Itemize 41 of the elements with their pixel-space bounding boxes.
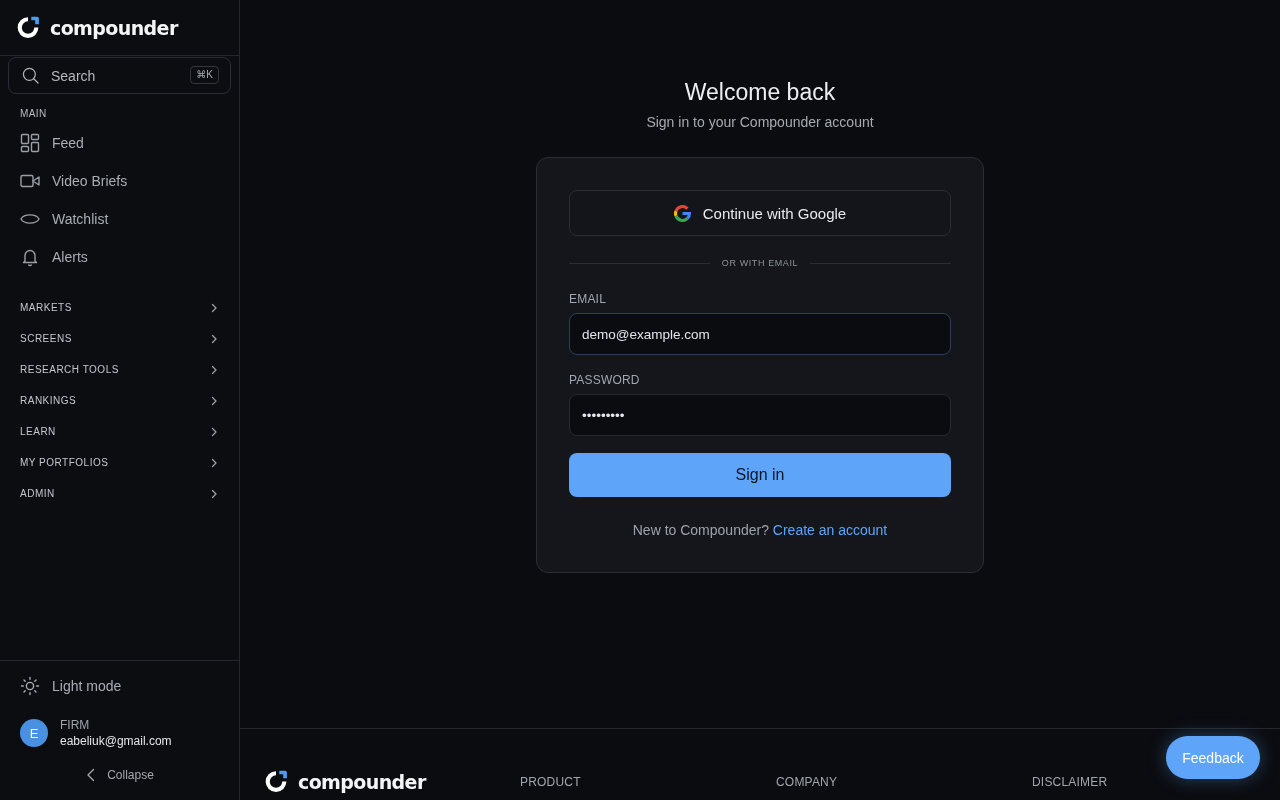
collapse-button[interactable]: Collapse [77, 756, 162, 794]
google-button[interactable]: Continue with Google [569, 190, 951, 236]
shortcut-key: ⌘K [190, 66, 219, 84]
input-field[interactable]: ••••••••• [569, 394, 951, 436]
nav-group[interactable]: MARKETS [0, 292, 239, 323]
footer-heading: COMPANY [776, 775, 838, 789]
section-heading: MAIN [20, 108, 47, 120]
sun-icon [20, 676, 40, 696]
grid-icon [20, 133, 40, 153]
nav-item[interactable]: Watchlist [0, 200, 239, 238]
page-title: Welcome back [684, 78, 836, 107]
signup-prompt: New to Compounder? Create an account [631, 521, 889, 540]
brand-name: compounder [50, 15, 178, 40]
ring-logo-icon [16, 15, 40, 40]
avatar: E [20, 719, 48, 747]
bell-icon [20, 247, 40, 267]
field-label: EMAIL [569, 291, 606, 307]
page-subtitle: Sign in to your Compounder account [646, 113, 874, 131]
sign-in-button[interactable]: Sign in [569, 453, 951, 497]
footer-heading: DISCLAIMER [1032, 775, 1108, 789]
footer-brand-name: compounder [298, 770, 426, 794]
nav-group[interactable]: RESEARCH TOOLS [0, 354, 239, 385]
nav-item[interactable]: Video Briefs [0, 162, 239, 200]
divider-label: OR WITH EMAIL [721, 258, 799, 268]
nav-group[interactable]: SCREENS [0, 323, 239, 354]
user-email: eabeliuk@gmail.com [60, 733, 172, 749]
footer-heading: PRODUCT [520, 775, 581, 789]
search-icon [22, 67, 39, 84]
footer-logo-icon [264, 770, 288, 794]
nav-group[interactable]: RANKINGS [0, 385, 239, 416]
nav-group[interactable]: ADMIN [0, 478, 239, 509]
nav-group[interactable]: LEARN [0, 416, 239, 447]
theme-toggle[interactable]: Light mode [0, 666, 239, 706]
nav-item[interactable]: Alerts [0, 238, 239, 276]
org-label: FIRM [60, 717, 90, 733]
google-g-icon [673, 204, 691, 222]
field-label: PASSWORD [569, 372, 640, 388]
input-field[interactable]: demo@example.com [569, 313, 951, 355]
create-account-link[interactable]: Create an account [772, 522, 888, 538]
nav-group[interactable]: MY PORTFOLIOS [0, 447, 239, 478]
nav-item[interactable]: Feed [0, 124, 239, 162]
